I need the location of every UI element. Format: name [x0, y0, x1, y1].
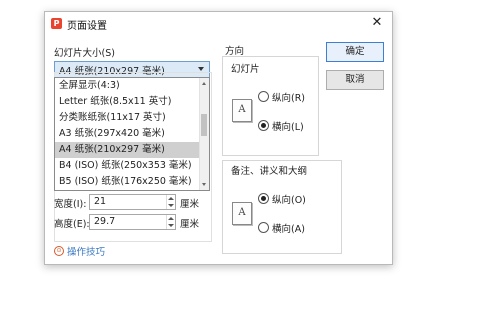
spin-up-icon[interactable] [168, 217, 174, 220]
notes-landscape-radio[interactable] [258, 222, 269, 233]
ok-button[interactable]: 确定 [326, 42, 384, 62]
width-unit: 厘米 [180, 199, 200, 210]
dropdown-option[interactable]: 全屏显示(4:3) [55, 78, 203, 94]
height-value: 29.7 [94, 216, 116, 227]
slide-size-dropdown-list[interactable]: 全屏显示(4:3) Letter 纸张(8.5x11 英寸) 分类账纸张(11x17… [54, 77, 210, 191]
width-label: 宽度(I): [54, 199, 87, 210]
width-spin-buttons[interactable] [166, 195, 175, 209]
cancel-button[interactable]: 取消 [326, 70, 384, 90]
height-unit: 厘米 [180, 219, 200, 230]
dropdown-option[interactable]: B4 (ISO) 纸张(250x353 毫米) [55, 158, 203, 174]
width-spinner[interactable]: 21 [89, 194, 176, 210]
dropdown-option[interactable]: 分类账纸张(11x17 英寸) [55, 110, 203, 126]
tips-link[interactable]: 操作技巧 [67, 244, 105, 258]
notes-portrait-label[interactable]: 纵向(O) [272, 192, 306, 206]
scroll-down-icon[interactable] [202, 183, 206, 186]
slide-size-label: 幻灯片大小(S) [54, 48, 115, 59]
slides-portrait-radio[interactable] [258, 91, 269, 102]
tips-icon[interactable]: ⊙ [54, 246, 64, 256]
slides-portrait-label[interactable]: 纵向(R) [272, 90, 305, 104]
page-setup-dialog: P 页面设置 ✕ 幻灯片大小(S) A4 纸张(210x297 毫米) 宽度(I… [44, 11, 393, 265]
page-orientation-icon: A [232, 99, 252, 122]
height-spin-buttons[interactable] [166, 215, 175, 229]
height-label: 高度(E): [54, 219, 90, 230]
spin-down-icon[interactable] [168, 224, 174, 227]
spin-up-icon[interactable] [168, 197, 174, 200]
slides-landscape-label[interactable]: 横向(L) [272, 119, 304, 133]
dropdown-option[interactable]: A4 纸张(210x297 毫米) [55, 142, 203, 158]
chevron-down-icon[interactable] [198, 67, 204, 71]
scroll-thumb[interactable] [201, 114, 207, 136]
dropdown-option[interactable]: B5 (ISO) 纸张(176x250 毫米) [55, 174, 203, 190]
wps-presentation-icon: P [51, 18, 62, 29]
dropdown-option[interactable]: Letter 纸张(8.5x11 英寸) [55, 94, 203, 110]
notes-landscape-label[interactable]: 横向(A) [272, 221, 305, 235]
orientation-label: 方向 [225, 46, 245, 57]
dialog-title: 页面设置 [67, 21, 107, 32]
title-bar: P 页面设置 ✕ [45, 12, 392, 35]
spin-down-icon[interactable] [168, 204, 174, 207]
slides-landscape-radio[interactable] [258, 120, 269, 131]
page-orientation-icon: A [232, 202, 252, 225]
scroll-up-icon[interactable] [202, 82, 206, 85]
dropdown-option[interactable]: A3 纸张(297x420 毫米) [55, 126, 203, 142]
notes-portrait-radio[interactable] [258, 193, 269, 204]
dropdown-scrollbar[interactable] [199, 78, 209, 190]
width-value: 21 [94, 196, 107, 207]
close-icon[interactable]: ✕ [370, 15, 384, 31]
slides-orientation-label: 幻灯片 [231, 64, 260, 75]
notes-orientation-label: 备注、讲义和大纲 [231, 166, 308, 177]
height-spinner[interactable]: 29.7 [89, 214, 176, 230]
